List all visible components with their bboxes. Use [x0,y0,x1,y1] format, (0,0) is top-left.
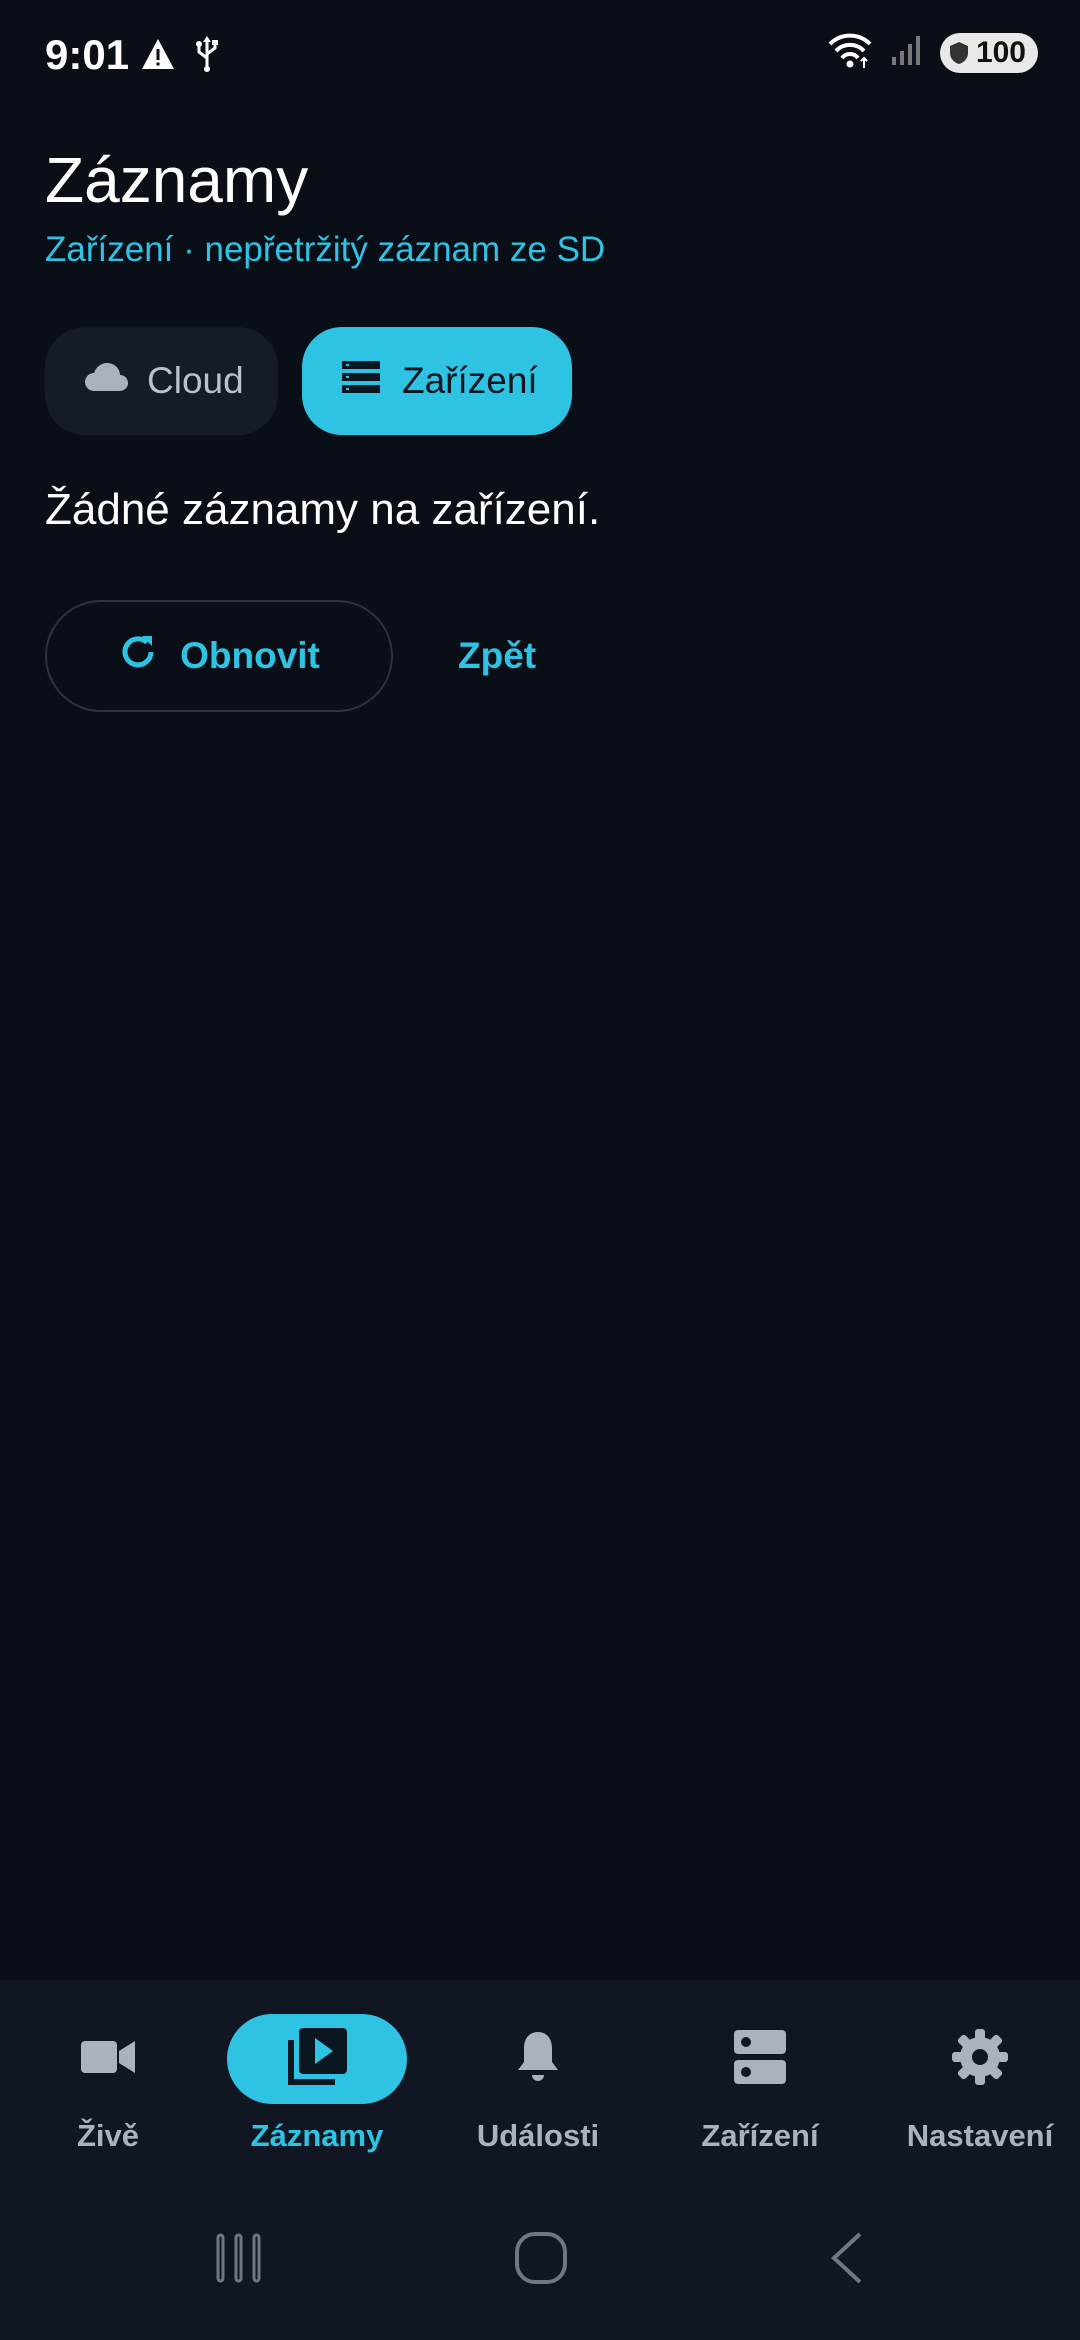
signal-icon [890,33,924,72]
warning-icon [140,37,176,76]
battery-indicator: 100 [939,32,1038,73]
status-right-icons: 100 [826,32,1038,73]
usb-icon [194,36,220,77]
status-time: 9:01 [45,31,130,78]
nav-item-recordings[interactable]: Záznamy [209,1980,425,2180]
nav-label-events: Události [476,2118,600,2153]
page-subtitle: Zařízení · nepřetržitý záznam ze SD [45,230,606,269]
recordings-screen: 9:01 100 Záznamy Zařízení · nepřetržitý … [0,0,1080,2340]
refresh-icon [118,632,158,681]
bottom-navigation: Živě Záznamy Události Zařízení Nastavení [0,1980,1080,2180]
system-navigation-bar [0,2180,1080,2340]
nav-item-settings[interactable]: Nastavení [872,1980,1080,2180]
nav-label-recordings: Záznamy [250,2118,384,2153]
refresh-button[interactable]: Obnovit [45,600,393,712]
battery-level: 100 [975,35,1026,69]
empty-message: Žádné záznamy na zařízení. [45,485,601,534]
cloud-tab[interactable]: Cloud [45,327,278,435]
storage-icon [734,2029,786,2089]
device-tab-label: Zařízení [402,360,538,401]
source-toggle: Cloud Zařízení [45,327,572,435]
cloud-tab-label: Cloud [147,360,244,401]
cloud-icon [83,360,129,402]
back-nav-button[interactable] [806,2225,886,2295]
video-camera-icon [81,2037,135,2082]
recent-apps-icon [216,2233,264,2288]
home-icon [514,2231,568,2290]
recent-apps-button[interactable] [200,2225,280,2295]
storage-icon [342,360,380,402]
nav-label-settings: Nastavení [906,2118,1054,2153]
wifi-icon [826,32,874,73]
refresh-button-label: Obnovit [180,635,320,676]
back-chevron-icon [826,2230,866,2291]
nav-label-live: Živě [76,2118,140,2153]
nav-item-live[interactable]: Živě [0,1980,216,2180]
gear-icon [952,2028,1008,2090]
status-left-icons [140,36,220,77]
nav-item-devices[interactable]: Zařízení [652,1980,868,2180]
battery-shield-icon [949,41,968,64]
back-button[interactable]: Zpět [458,630,536,682]
nav-label-devices: Zařízení [701,2118,819,2153]
nav-item-events[interactable]: Události [430,1980,646,2180]
bell-icon [515,2030,561,2089]
page-title: Záznamy [45,144,309,216]
video-library-icon [287,2027,347,2091]
home-button[interactable] [501,2225,581,2295]
device-tab[interactable]: Zařízení [302,327,572,435]
status-bar: 9:01 100 [0,0,1080,110]
